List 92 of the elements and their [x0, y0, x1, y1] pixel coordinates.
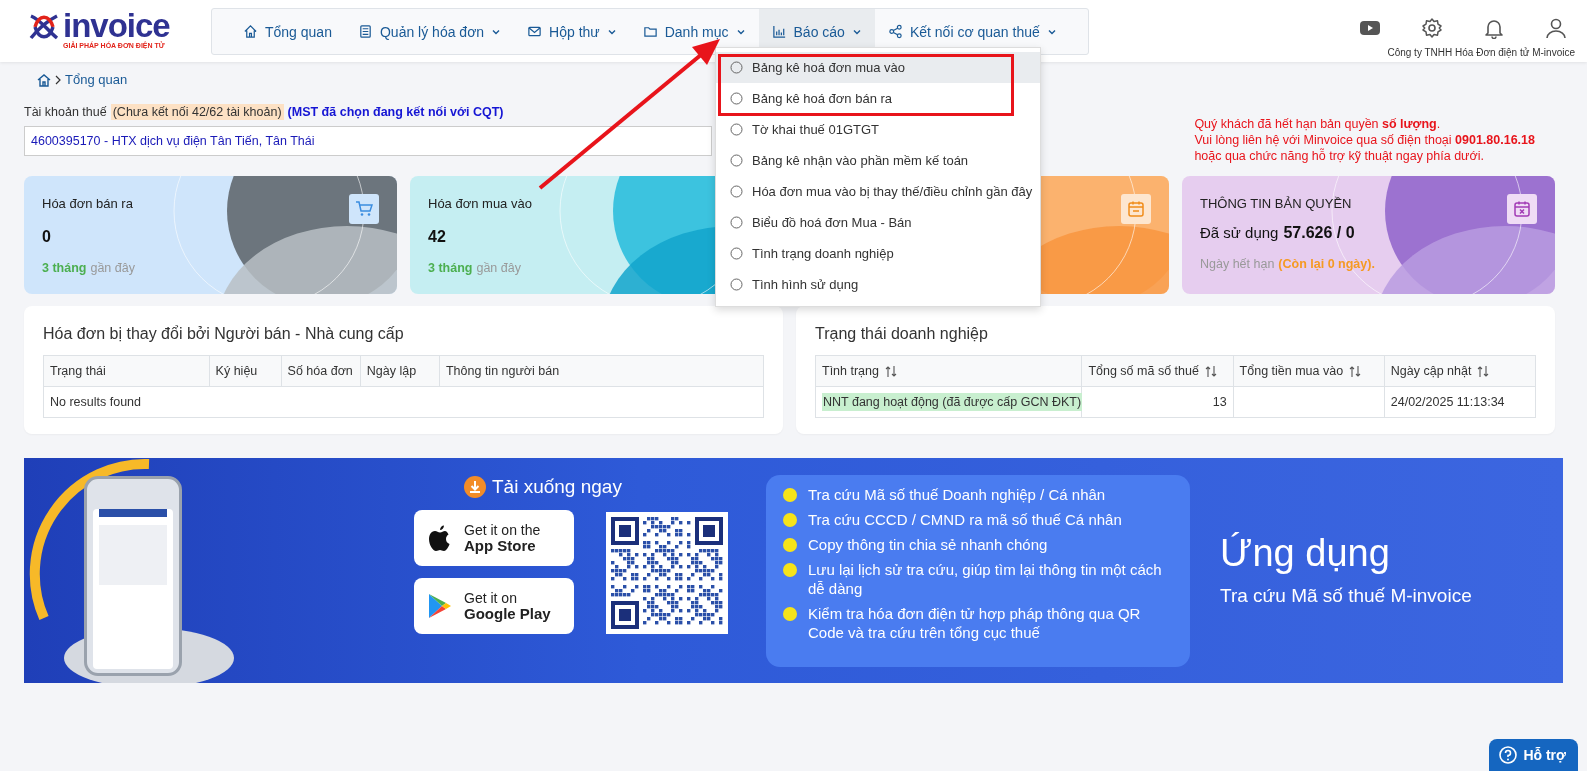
card-value: 57.626 / 0: [1283, 224, 1355, 242]
panel-title: Trạng thái doanh nghiệp: [815, 325, 989, 343]
banner-headline: Ứng dụng: [1220, 532, 1391, 575]
settings-icon[interactable]: [1421, 17, 1443, 39]
column-header: Ngày lập: [360, 355, 440, 387]
question-circle-icon: [1499, 746, 1518, 764]
connection-note: (MST đã chọn đang kết nối với CQT): [287, 105, 504, 119]
empty-message: No results found: [43, 386, 764, 418]
nav-menu-item[interactable]: Danh mục: [629, 9, 759, 54]
report-menu-item[interactable]: Hóa đơn mua vào bị thay thế/điều chỉnh gần đây: [716, 176, 1040, 207]
card-value: 0: [42, 228, 51, 246]
period-caption: gần đây: [90, 261, 135, 275]
nav-menu-item[interactable]: Kết nối cơ quan thuế: [874, 9, 1070, 54]
bullet-dot-icon: [782, 487, 798, 503]
report-menu-item[interactable]: Bảng kê hoá đơn bán ra: [716, 83, 1040, 114]
license-notice: Quý khách đã hết hạn bản quyền số lượng.: [1194, 116, 1442, 132]
radio-circle-icon: [730, 216, 743, 229]
column-header[interactable]: Ngày cập nhật: [1384, 355, 1536, 387]
report-menu-item[interactable]: Tình hình sử dụng: [716, 269, 1040, 300]
feature-text: Tra cứu CCCD / CMND ra mã số thuế Cá nhân: [808, 510, 1122, 529]
connection-status: (Chưa kết nối 42/62 tài khoản): [110, 104, 284, 120]
card-title: Hóa đơn mua vào: [428, 196, 532, 211]
feature-text: Kiểm tra hóa đơn điện tử hợp pháp thông qua QR Code và tra cứu trên tổng cục thuế: [808, 604, 1142, 642]
field-label: Tài khoản thuế: [24, 105, 107, 119]
notification-bell-icon[interactable]: [1483, 17, 1505, 39]
cart-icon: [355, 200, 373, 218]
column-header[interactable]: Tổng tiền mua vào: [1233, 355, 1385, 387]
bullet-dot-icon: [782, 512, 798, 528]
radio-circle-icon: [730, 123, 743, 136]
report-menu-item[interactable]: Tờ khai thuế 01GTGT: [716, 114, 1040, 145]
column-header: Số hóa đơn: [281, 355, 361, 387]
radio-circle-icon: [730, 61, 743, 74]
bullet-dot-icon: [782, 606, 798, 622]
apple-logo-icon: [426, 524, 452, 552]
tax-account-select[interactable]: 4600395170 - HTX dịch vụ điện Tân Tiến, Tân Thái: [24, 126, 712, 156]
value-label: Đã sử dụng: [1200, 224, 1279, 241]
download-icon: [464, 476, 486, 498]
radio-circle-icon: [730, 92, 743, 105]
column-header: Trạng thái: [43, 355, 210, 387]
bullet-dot-icon: [782, 537, 798, 553]
column-header[interactable]: Tình trạng: [815, 355, 1082, 387]
table-cell: 13: [1212, 395, 1227, 409]
store-badge-button[interactable]: Get it on the App Store: [414, 510, 574, 566]
breadcrumb-link[interactable]: Tổng quan: [65, 72, 128, 87]
report-menu-item[interactable]: Biểu đồ hoá đơn Mua - Bán: [716, 207, 1040, 238]
report-menu-item[interactable]: Tình trạng doanh nghiệp: [716, 238, 1040, 269]
calendar-icon: [1513, 200, 1531, 218]
document-icon: [357, 24, 373, 39]
nav-menu-item[interactable]: Hộp thư: [514, 9, 630, 54]
company-name: Công ty TNHH Hóa Đơn điện tử M-invoice: [1387, 47, 1575, 58]
column-header[interactable]: Tổng số mã số thuế: [1081, 355, 1234, 387]
feature-text: Tra cứu Mã số thuế Doanh nghiệp / Cá nhân: [808, 485, 1106, 504]
card-title: Hóa đơn bán ra: [42, 196, 133, 211]
nav-menu-item[interactable]: Tổng quan: [230, 9, 345, 54]
feature-text: Lưu lại lịch sử tra cứu, giúp tìm lại thông tin một cách dễ dàng: [808, 560, 1163, 598]
status-highlight: NNT đang hoạt động (đã được cấp GCN ĐKT): [822, 393, 1083, 411]
radio-circle-icon: [730, 154, 743, 167]
expiry-label: Ngày hết hạn: [1200, 257, 1275, 271]
chevron-right-icon: [55, 73, 62, 86]
table-cell: 24/02/2025 11:13:34: [1390, 395, 1505, 409]
period-label: 3 tháng: [428, 261, 473, 275]
radio-circle-icon: [730, 247, 743, 260]
mail-icon: [527, 24, 543, 39]
report-menu-item[interactable]: Bảng kê nhận vào phần mềm kế toán: [716, 145, 1040, 176]
radio-circle-icon: [730, 278, 743, 291]
column-header: Thông tin người bán: [439, 355, 764, 387]
panel-title: Hóa đơn bị thay đổi bởi Người bán - Nhà cung cấp: [43, 325, 405, 343]
days-remaining: (Còn lại 0 ngày).: [1278, 257, 1375, 271]
license-notice: Vui lòng liên hệ với Minvoice qua số điện thoại 0901.80.16.18: [1194, 132, 1535, 148]
calendar-icon: [1127, 200, 1145, 218]
nav-menu-item[interactable]: Quản lý hóa đơn: [344, 9, 515, 54]
banner-subheadline: Tra cứu Mã số thuế M-invoice: [1220, 585, 1472, 607]
user-account-icon[interactable]: [1545, 17, 1567, 39]
card-value: 42: [428, 228, 446, 246]
feature-text: Copy thông tin chia sẻ nhanh chóng: [808, 535, 1048, 554]
folder-icon: [642, 24, 658, 39]
bar-chart-icon: [771, 24, 787, 39]
download-heading: Tải xuống ngay: [492, 476, 622, 498]
bullet-dot-icon: [782, 562, 798, 578]
share-icon: [887, 24, 903, 39]
column-header: Ký hiệu: [209, 355, 282, 387]
period-caption: gần đây: [476, 261, 521, 275]
logo-wordmark: invoice: [63, 10, 170, 42]
help-button[interactable]: Hỗ trợ: [1489, 739, 1578, 771]
radio-circle-icon: [730, 185, 743, 198]
home-icon: [243, 24, 258, 39]
play-store-icon: [426, 592, 452, 620]
home-icon[interactable]: [36, 72, 52, 87]
store-badge-button[interactable]: Get it on Google Play: [414, 578, 574, 634]
card-title: THÔNG TIN BẢN QUYỀN: [1200, 196, 1352, 211]
license-notice: hoặc qua chức năng hỗ trợ kỹ thuật ngay phía dưới.: [1194, 148, 1485, 164]
period-label: 3 tháng: [42, 261, 87, 275]
